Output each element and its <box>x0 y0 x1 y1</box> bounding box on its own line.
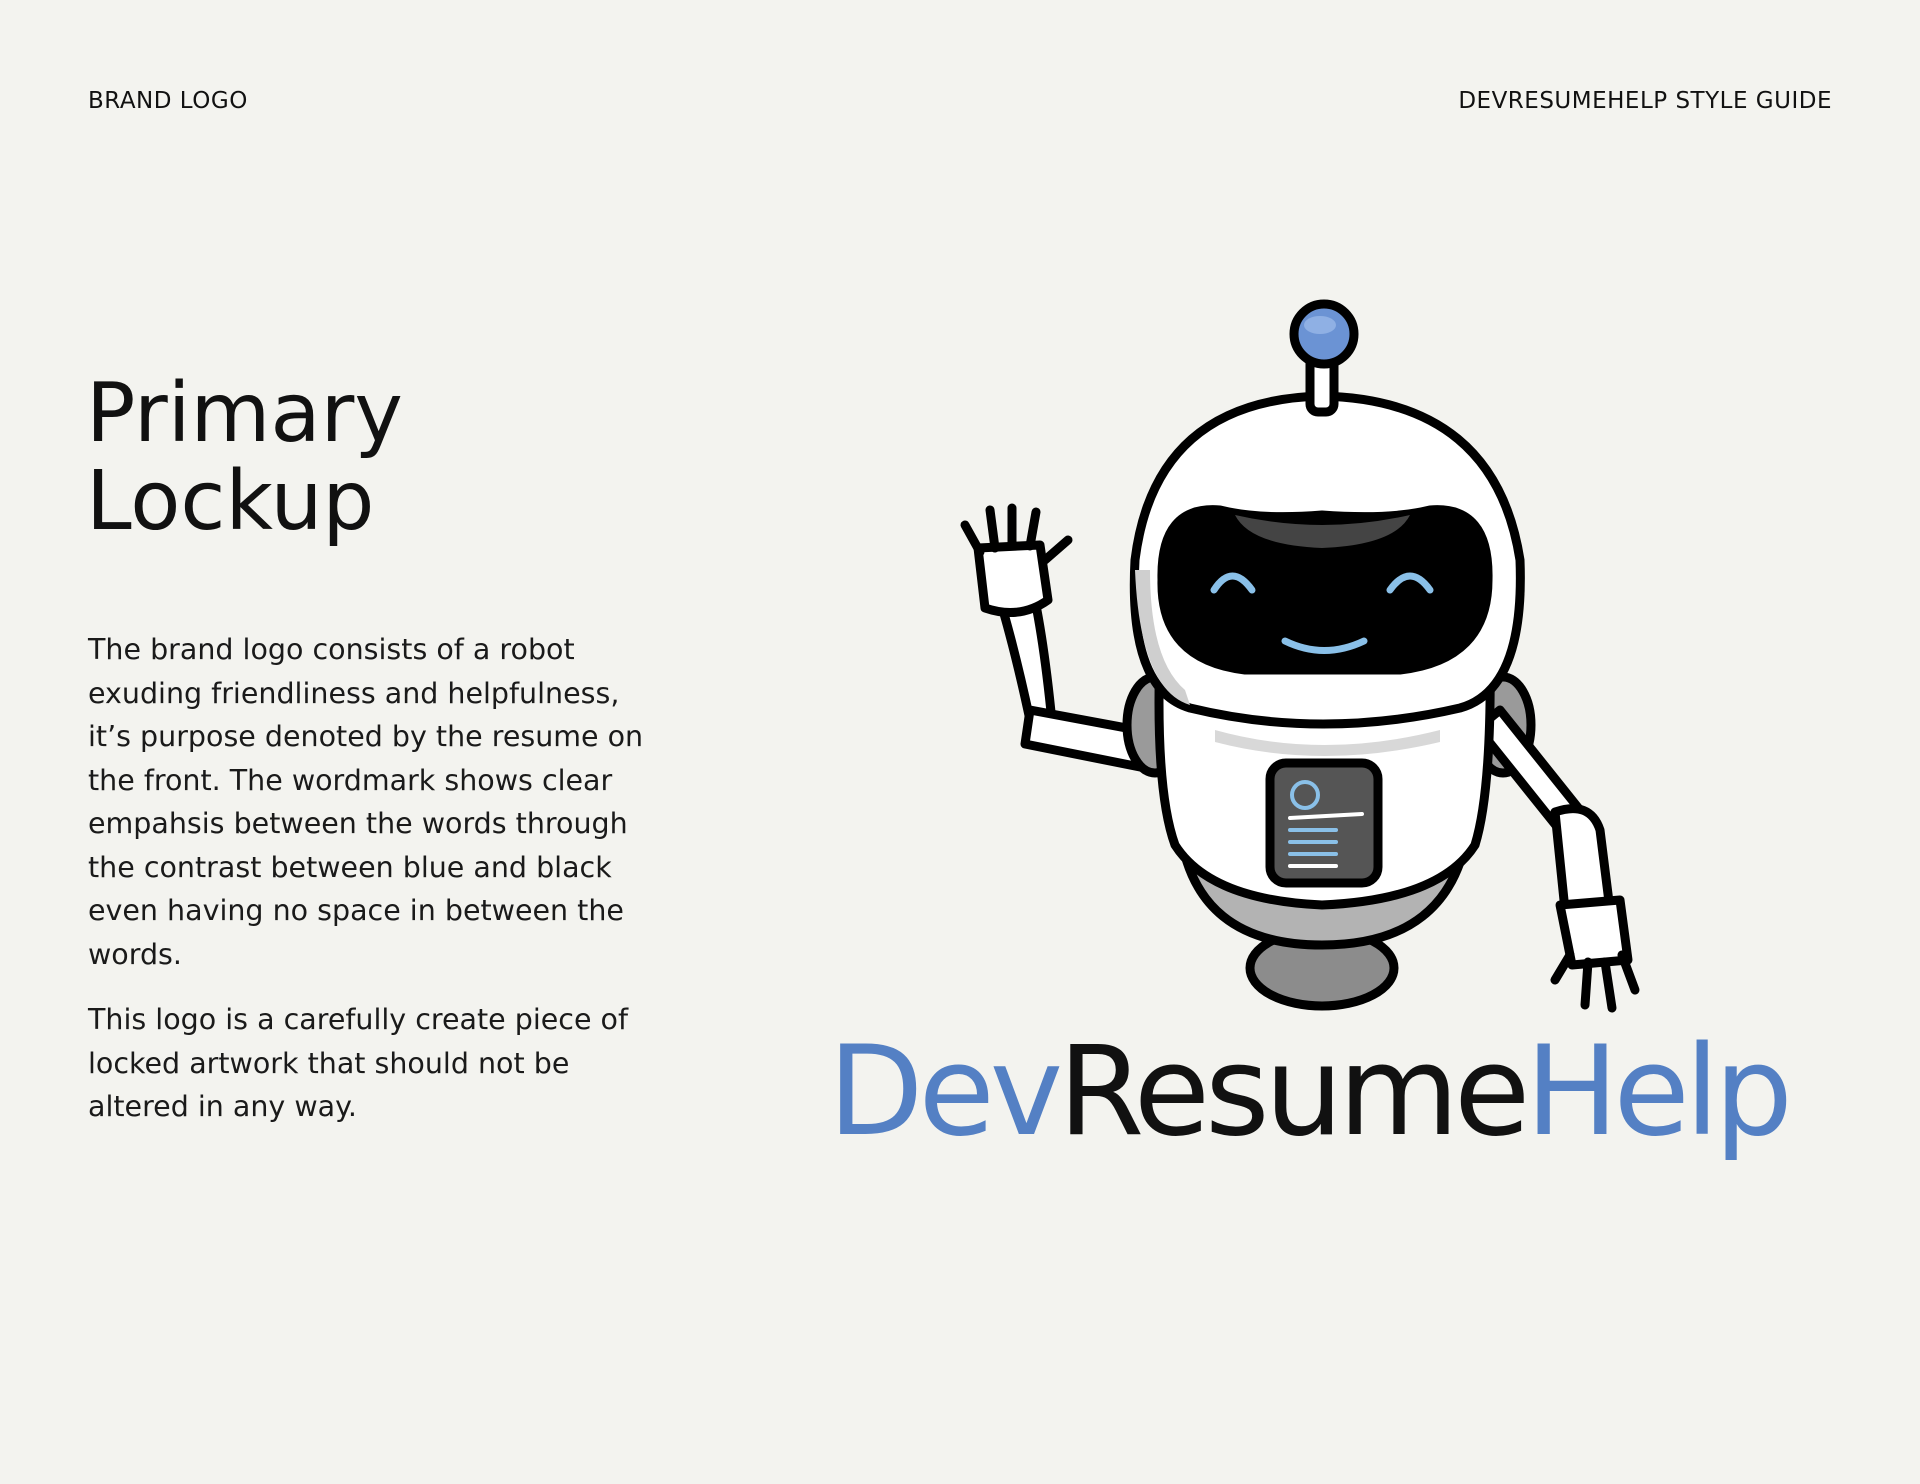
description-paragraph-1: The brand logo consists of a robot exudi… <box>88 633 644 971</box>
title-line-2: Lockup <box>86 454 375 549</box>
title-line-1: Primary <box>86 366 403 461</box>
wordmark-dev: Dev <box>828 1020 1063 1164</box>
guide-title: DEVRESUMEHELP STYLE GUIDE <box>1458 88 1832 114</box>
description-paragraph-2: This logo is a carefully create piece of… <box>88 1003 629 1123</box>
description: The brand logo consists of a robot exudi… <box>88 628 648 1151</box>
wordmark-resume: Resume <box>1058 1020 1530 1164</box>
wordmark-help: Help <box>1525 1020 1793 1164</box>
page-title: Primary Lockup <box>86 370 403 546</box>
wordmark: DevResumeHelp <box>828 1030 1793 1154</box>
section-label: BRAND LOGO <box>88 88 248 114</box>
